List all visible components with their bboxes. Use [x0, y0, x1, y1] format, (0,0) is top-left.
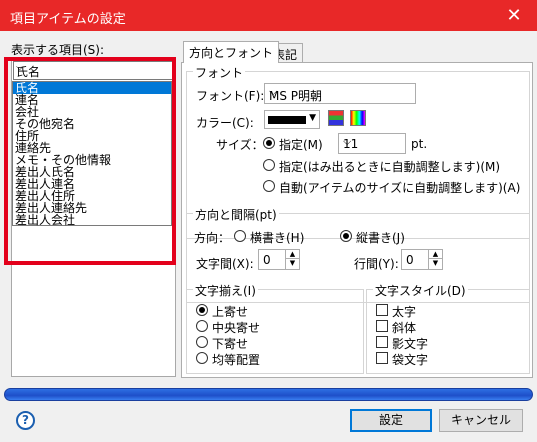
style-group: 文字スタイル(D) — [366, 282, 530, 374]
size-select[interactable]: 11 ⌵ — [338, 133, 406, 154]
font-label: フォント(F): — [196, 89, 265, 103]
palette-icon[interactable] — [328, 110, 344, 126]
color-label: カラー(C): — [196, 116, 254, 130]
bold-checkbox[interactable] — [376, 304, 388, 316]
font-select[interactable]: MS P明朝 ⌵ — [264, 83, 416, 104]
align-top-radio[interactable] — [196, 304, 208, 316]
size-fixed-radio[interactable] — [263, 137, 275, 149]
char-spacing-label: 文字間(X): — [196, 257, 254, 271]
window-title: 項目アイテムの設定 — [10, 12, 126, 27]
spinner-buttons[interactable]: ▲ ▼ — [285, 250, 299, 269]
direction-label: 方向： — [194, 231, 231, 245]
align-option-label: 均等配置 — [212, 353, 261, 367]
align-option-label: 中央寄せ — [212, 321, 261, 335]
size-auto-radio[interactable] — [263, 180, 275, 192]
style-option-label: 斜体 — [392, 321, 417, 335]
spinner-buttons[interactable]: ▲ ▼ — [428, 250, 442, 269]
align-center-radio[interactable] — [196, 320, 208, 332]
align-bottom-radio[interactable] — [196, 336, 208, 348]
align-option-label: 上寄せ — [212, 305, 249, 319]
up-arrow-icon[interactable]: ▲ — [286, 250, 299, 259]
align-justify-radio[interactable] — [196, 352, 208, 364]
direction-group-title: 方向と間隔(pt) — [193, 206, 279, 223]
style-option-label: 袋文字 — [392, 353, 429, 367]
size-fixed-label: 指定(M) — [279, 138, 323, 152]
line-spacing-label: 行間(Y): — [354, 257, 399, 271]
close-icon[interactable]: ✕ — [491, 0, 537, 31]
vertical-label: 縦書き(J) — [356, 231, 405, 245]
progress-bar — [4, 388, 533, 401]
chevron-down-icon: ▼ — [309, 113, 316, 123]
font-group-title: フォント — [193, 64, 246, 81]
up-arrow-icon[interactable]: ▲ — [429, 250, 442, 259]
color-wheel-icon[interactable] — [350, 110, 366, 126]
italic-checkbox[interactable] — [376, 320, 388, 332]
style-option-label: 太字 — [392, 305, 417, 319]
char-spacing-value: 0 — [263, 253, 271, 267]
style-option-label: 影文字 — [392, 337, 429, 351]
size-unit: pt. — [411, 137, 428, 151]
char-spacing-spinner[interactable]: 0 ▲ ▼ — [258, 249, 300, 270]
line-spacing-value: 0 — [406, 253, 414, 267]
outline-checkbox[interactable] — [376, 352, 388, 364]
align-group-title: 文字揃え(I) — [193, 282, 258, 299]
size-overflow-radio[interactable] — [263, 159, 275, 171]
down-arrow-icon[interactable]: ▼ — [429, 259, 442, 268]
horizontal-label: 横書き(H) — [250, 231, 305, 245]
horizontal-radio[interactable] — [234, 230, 246, 242]
size-auto-label: 自動(アイテムのサイズに自動調整します)(A) — [279, 181, 521, 195]
dialog-body: 表示する項目(S): 氏名 ⌵ 氏名 連名 会社 その他宛名 住所 連絡先 メモ… — [0, 31, 537, 442]
color-swatch — [268, 116, 306, 124]
chevron-down-icon: ⌵ — [269, 85, 278, 98]
tab-direction-font[interactable]: 方向とフォント — [183, 41, 280, 63]
items-label: 表示する項目(S): — [11, 43, 105, 57]
color-picker-button[interactable]: ▼ — [264, 110, 320, 129]
help-icon[interactable]: ? — [16, 411, 35, 430]
highlight-box — [4, 57, 176, 265]
cancel-button[interactable]: キャンセル — [439, 409, 523, 432]
line-spacing-spinner[interactable]: 0 ▲ ▼ — [401, 249, 443, 270]
size-label: サイズ： — [216, 138, 264, 152]
style-group-title: 文字スタイル(D) — [373, 282, 468, 299]
size-overflow-label: 指定(はみ出るときに自動調整します)(M) — [279, 160, 501, 174]
down-arrow-icon[interactable]: ▼ — [286, 259, 299, 268]
align-option-label: 下寄せ — [212, 337, 249, 351]
chevron-down-icon: ⌵ — [343, 135, 352, 148]
title-bar: 項目アイテムの設定 ✕ — [0, 0, 537, 31]
vertical-radio[interactable] — [340, 230, 352, 242]
ok-button[interactable]: 設定 — [350, 409, 432, 432]
shadow-checkbox[interactable] — [376, 336, 388, 348]
